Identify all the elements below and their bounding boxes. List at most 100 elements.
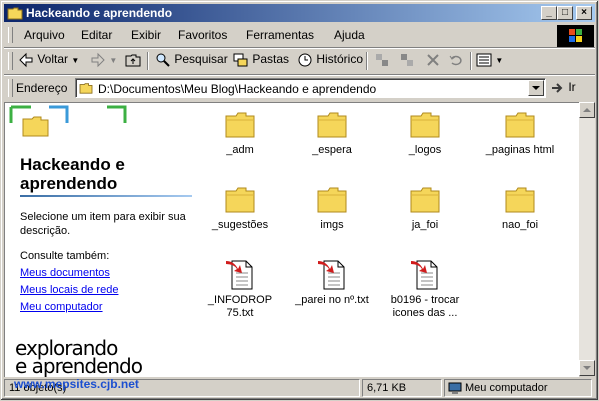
windows-logo-icon [557,25,594,47]
folder-item[interactable]: imgs [287,186,377,232]
history-label: Histórico [316,52,364,67]
move-to-button[interactable] [374,52,390,70]
item-label: _adm [226,144,254,156]
window-title: Hackeando e aprendendo [26,6,173,20]
watermark-line2: e aprendendo [15,354,143,377]
folder-icon [410,112,440,138]
move-to-icon [376,54,388,66]
folder-item[interactable]: _paginas html [475,111,565,157]
toolbar: Voltar ▼ ▼ Pesquisar Pastas Histórico ▼ [4,49,595,73]
panel-header-decoration [9,105,127,137]
panel-divider [20,195,192,197]
address-dropdown-button[interactable] [528,80,544,96]
item-label: nao_foi [501,219,539,231]
scroll-up-button[interactable] [579,102,595,118]
toolbar-separator [470,52,472,70]
folder-item[interactable]: ja_foi [380,186,470,232]
status-size: 6,71 KB [362,379,442,397]
go-button[interactable]: Ir [551,80,576,94]
chevron-down-icon [583,366,591,370]
panel-title: Hackeando e aprendendo [20,155,125,193]
menu-favoritos[interactable]: Favoritos [178,28,227,42]
menu-exibir[interactable]: Exibir [131,28,161,42]
vertical-scrollbar[interactable] [579,102,595,376]
address-grip[interactable] [8,79,13,97]
computer-icon [448,382,462,394]
search-icon [156,53,170,67]
chevron-down-icon [532,86,540,90]
history-button[interactable]: Histórico [297,52,363,70]
link-meus-documentos[interactable]: Meus documentos [20,267,110,279]
menu-bar: Arquivo Editar Exibir Favoritos Ferramen… [4,24,549,46]
folder-icon [225,112,255,138]
folder-item[interactable]: _espera [287,111,377,157]
forward-button[interactable]: ▼ [90,52,117,70]
back-button[interactable]: Voltar ▼ [18,52,79,70]
menu-editar[interactable]: Editar [81,28,112,42]
watermark-logo: explorando e aprendendo [15,338,185,377]
undo-icon [449,55,462,66]
folder-item[interactable]: _sugestões [195,186,285,232]
link-meus-locais-de-rede[interactable]: Meus locais de rede [20,284,118,296]
forward-arrow-icon [91,52,105,68]
address-bar: Endereço D:\Documentos\Meu Blog\Hackeand… [4,76,595,100]
search-button[interactable]: Pesquisar [155,52,228,70]
item-label: _parei no nº.txt [295,294,369,306]
copy-to-button[interactable] [399,52,415,70]
status-size-text: 6,71 KB [367,382,407,394]
toolbar-separator [366,52,368,70]
folder-item[interactable]: nao_foi [475,186,565,232]
folder-icon [505,187,535,213]
address-label: Endereço [16,81,68,95]
maximize-button[interactable]: □ [557,6,573,20]
toolbar-grip[interactable] [8,52,13,70]
views-button[interactable]: ▼ [476,52,503,70]
up-folder-button[interactable] [125,52,141,70]
chevron-down-icon: ▼ [109,56,118,66]
views-icon [476,53,492,67]
go-label: Ir [568,80,576,94]
file-item[interactable]: _parei no nº.txt [287,259,377,307]
address-input[interactable]: D:\Documentos\Meu Blog\Hackeando e apren… [75,78,546,98]
panel-description: Selecione um item para exibir sua descri… [20,211,186,237]
title-bar[interactable]: Hackeando e aprendendo _ □ × [4,4,595,22]
file-item[interactable]: b0196 - trocar icones das ... [380,259,470,320]
text-file-shortcut-icon [226,260,253,290]
folders-button[interactable]: Pastas [233,52,289,70]
delete-button[interactable] [425,52,441,70]
folder-icon [225,187,255,213]
scroll-down-button[interactable] [579,360,595,376]
status-bar: 11 objeto(s) 6,71 KB Meu computador www.… [4,377,595,398]
item-label: _paginas html [485,144,555,156]
menu-ajuda[interactable]: Ajuda [334,28,365,42]
back-arrow-icon [19,52,33,68]
folder-icon [410,187,440,213]
text-file-shortcut-icon [411,260,438,290]
menu-arquivo[interactable]: Arquivo [24,28,65,42]
folder-item[interactable]: _logos [380,111,470,157]
folder-icon [505,112,535,138]
watermark-url: www.mepsites.cjb.net [14,377,139,391]
link-meu-computador[interactable]: Meu computador [20,301,103,313]
address-path: D:\Documentos\Meu Blog\Hackeando e apren… [98,82,377,96]
back-label: Voltar [37,52,69,67]
menu-grip[interactable] [8,27,13,43]
explorer-window: Hackeando e aprendendo _ □ × Arquivo Edi… [0,0,599,401]
undo-button[interactable] [448,52,464,70]
item-label: b0196 - trocar icones das ... [390,294,460,319]
folders-icon [233,53,248,67]
text-file-shortcut-icon [318,260,345,290]
status-zone-text: Meu computador [465,382,548,394]
folder-content[interactable]: Hackeando e aprendendo Selecione um item… [4,102,579,377]
folder-icon [317,187,347,213]
close-button[interactable]: × [576,6,592,20]
folder-item[interactable]: _adm [195,111,285,157]
item-label: ja_foi [411,219,439,231]
file-item[interactable]: _INFODROP 75.txt [195,259,285,320]
minimize-button[interactable]: _ [541,6,557,20]
up-folder-icon [125,54,141,67]
folder-icon [79,83,93,94]
menu-ferramentas[interactable]: Ferramentas [246,28,314,42]
item-label: _sugestões [211,219,269,231]
search-label: Pesquisar [174,52,228,67]
